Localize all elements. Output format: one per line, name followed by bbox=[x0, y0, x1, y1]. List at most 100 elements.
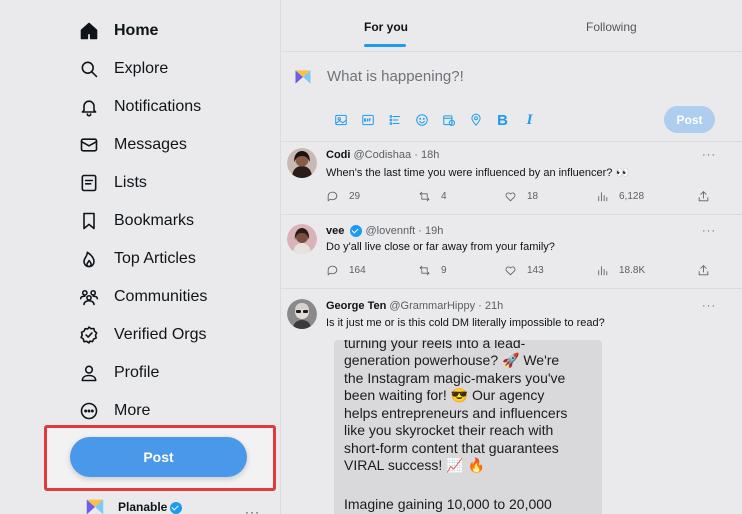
avatar[interactable] bbox=[287, 148, 317, 178]
tab-following[interactable]: Following bbox=[586, 20, 637, 34]
tweet-handle[interactable]: @Codishaa bbox=[354, 149, 412, 161]
heart-icon bbox=[505, 192, 516, 202]
reply-button[interactable]: 164 bbox=[326, 264, 366, 277]
media-text-line: short-form content that guarantees bbox=[344, 440, 559, 456]
composer-post-button[interactable]: Post bbox=[664, 106, 715, 133]
communities-icon bbox=[78, 286, 100, 308]
sidebar-item-profile[interactable]: Profile bbox=[78, 358, 159, 388]
sidebar: Home Explore Notifications Messages List… bbox=[0, 0, 280, 514]
sidebar-item-notifications[interactable]: Notifications bbox=[78, 92, 201, 122]
italic-icon[interactable]: I bbox=[516, 110, 543, 130]
sidebar-item-label: Profile bbox=[114, 364, 160, 381]
media-text-line: like you skyrocket their reach with bbox=[344, 422, 554, 438]
planable-logo-icon bbox=[295, 70, 311, 84]
tweet-actions: 164 9 143 18.8K bbox=[326, 264, 716, 280]
tweet-dot-separator: · bbox=[418, 225, 422, 237]
account-more-icon[interactable]: ··· bbox=[245, 505, 260, 514]
sidebar-item-label: Lists bbox=[114, 174, 147, 191]
reply-button[interactable]: 29 bbox=[326, 190, 360, 203]
sidebar-item-label: Notifications bbox=[114, 98, 202, 115]
tweet-text: Do y'all live close or far away from you… bbox=[326, 241, 555, 253]
poll-icon[interactable] bbox=[381, 110, 408, 130]
search-icon bbox=[78, 58, 100, 80]
tweet-media-image[interactable]: turning your reels into a lead- generati… bbox=[334, 340, 602, 514]
composer-toolbar: B I bbox=[327, 110, 543, 130]
repost-button[interactable]: 4 bbox=[418, 190, 447, 203]
account-name: Planable bbox=[118, 500, 183, 514]
sidebar-item-label: More bbox=[114, 402, 151, 419]
share-button[interactable] bbox=[697, 190, 710, 208]
sidebar-item-verified-orgs[interactable]: Verified Orgs bbox=[78, 320, 206, 350]
repost-count: 4 bbox=[441, 191, 447, 202]
bold-icon[interactable]: B bbox=[489, 110, 516, 130]
more-options-icon[interactable]: ··· bbox=[702, 300, 716, 312]
post-button[interactable]: Post bbox=[70, 437, 247, 477]
gif-icon[interactable] bbox=[354, 110, 381, 130]
emoji-icon[interactable] bbox=[408, 110, 435, 130]
envelope-icon bbox=[78, 134, 100, 156]
tweet-dot-separator: · bbox=[414, 149, 418, 161]
composer-input[interactable]: What is happening?! bbox=[327, 68, 464, 85]
reply-icon bbox=[327, 265, 338, 276]
views-count: 6,128 bbox=[619, 191, 645, 202]
repost-button[interactable]: 9 bbox=[418, 264, 447, 277]
tweet-author[interactable]: vee bbox=[326, 225, 344, 237]
views-chart-icon bbox=[598, 266, 608, 276]
schedule-icon[interactable] bbox=[435, 110, 462, 130]
sidebar-item-explore[interactable]: Explore bbox=[78, 54, 168, 84]
tweet[interactable]: Codi @Codishaa · 18h ··· When's the last… bbox=[281, 142, 742, 215]
more-options-icon[interactable]: ··· bbox=[702, 225, 716, 237]
tweet-author[interactable]: Codi bbox=[326, 149, 350, 161]
tweet-text: Is it just me or is this cold DM literal… bbox=[326, 317, 605, 329]
sidebar-item-top-articles[interactable]: Top Articles bbox=[78, 244, 196, 274]
image-icon[interactable] bbox=[327, 110, 354, 130]
bookmark-icon bbox=[78, 210, 100, 232]
tweet-handle[interactable]: @GrammarHippy bbox=[389, 300, 475, 312]
tweet-header: Codi @Codishaa · 18h bbox=[326, 149, 439, 161]
sidebar-item-more[interactable]: More bbox=[78, 396, 150, 426]
views-button[interactable]: 6,128 bbox=[596, 190, 644, 203]
tweet-time[interactable]: 21h bbox=[485, 300, 503, 312]
tweet-time[interactable]: 18h bbox=[421, 149, 439, 161]
like-button[interactable]: 143 bbox=[504, 264, 544, 277]
sidebar-item-label: Messages bbox=[114, 136, 187, 153]
repost-icon bbox=[419, 265, 430, 276]
sidebar-item-lists[interactable]: Lists bbox=[78, 168, 147, 198]
sidebar-item-bookmarks[interactable]: Bookmarks bbox=[78, 206, 194, 236]
repost-count: 9 bbox=[441, 265, 447, 276]
heart-icon bbox=[505, 266, 516, 276]
reply-count: 29 bbox=[349, 191, 361, 202]
tweet-actions: 29 4 18 6,128 bbox=[326, 190, 716, 206]
share-button[interactable] bbox=[697, 264, 710, 282]
person-icon bbox=[78, 362, 100, 384]
avatar[interactable] bbox=[287, 299, 317, 329]
tweet-time[interactable]: 19h bbox=[425, 225, 443, 237]
composer: What is happening?! B I Post bbox=[281, 52, 742, 142]
like-count: 143 bbox=[527, 265, 544, 276]
location-icon[interactable] bbox=[462, 110, 489, 130]
flame-icon bbox=[78, 248, 100, 270]
verified-badge-icon bbox=[350, 225, 363, 238]
media-text-line: helps entrepreneurs and influencers bbox=[344, 405, 568, 421]
like-count: 18 bbox=[527, 191, 539, 202]
tweet-author[interactable]: George Ten bbox=[326, 300, 386, 312]
media-text-line: been waiting for! 😎 Our agency bbox=[344, 387, 545, 403]
like-button[interactable]: 18 bbox=[504, 190, 538, 203]
tweet[interactable]: vee @lovennft · 19h ··· Do y'all live cl… bbox=[281, 215, 742, 289]
avatar[interactable] bbox=[287, 224, 317, 254]
media-text-line: turning your reels into a lead- bbox=[344, 340, 526, 351]
sidebar-item-messages[interactable]: Messages bbox=[78, 130, 187, 160]
account-switcher[interactable]: Planable bbox=[84, 496, 183, 514]
media-text-line: generation powerhouse? 🚀 We're bbox=[344, 352, 560, 368]
sidebar-item-home[interactable]: Home bbox=[78, 16, 158, 46]
more-options-icon[interactable]: ··· bbox=[702, 149, 716, 161]
sidebar-item-label: Communities bbox=[114, 288, 208, 305]
tab-for-you[interactable]: For you bbox=[364, 20, 408, 34]
sidebar-item-label: Bookmarks bbox=[114, 212, 195, 229]
share-icon bbox=[698, 191, 709, 202]
sidebar-item-communities[interactable]: Communities bbox=[78, 282, 207, 312]
media-text-line: Imagine gaining 10,000 to 20,000 bbox=[344, 496, 552, 512]
sidebar-item-label: Verified Orgs bbox=[114, 326, 207, 343]
views-button[interactable]: 18.8K bbox=[596, 264, 645, 277]
tweet-handle[interactable]: @lovennft bbox=[365, 225, 415, 237]
